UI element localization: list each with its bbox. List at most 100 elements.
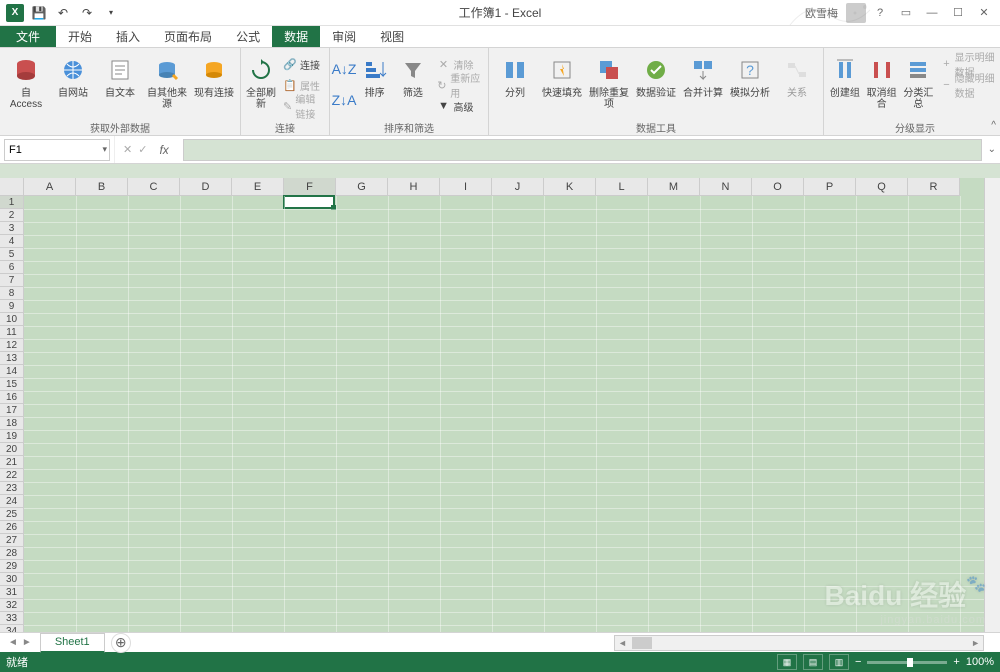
row-header[interactable]: 4: [0, 235, 23, 248]
ribbon-options-icon[interactable]: ▭: [894, 3, 918, 23]
row-header[interactable]: 7: [0, 274, 23, 287]
user-avatar[interactable]: [846, 3, 866, 23]
row-header[interactable]: 8: [0, 287, 23, 300]
column-header[interactable]: B: [76, 178, 128, 195]
row-header[interactable]: 33: [0, 612, 23, 625]
row-header[interactable]: 12: [0, 339, 23, 352]
text-to-columns-button[interactable]: 分列: [493, 52, 537, 118]
from-text-button[interactable]: 自文本: [98, 52, 142, 118]
group-button[interactable]: 创建组: [828, 52, 862, 118]
vertical-scrollbar[interactable]: [984, 178, 1000, 632]
row-header[interactable]: 14: [0, 365, 23, 378]
column-header[interactable]: L: [596, 178, 648, 195]
whatif-button[interactable]: ? 模拟分析: [728, 52, 772, 118]
undo-icon[interactable]: ↶: [52, 2, 74, 24]
row-header[interactable]: 26: [0, 521, 23, 534]
minimize-icon[interactable]: —: [920, 3, 944, 23]
horizontal-scrollbar[interactable]: ◄ ►: [614, 635, 984, 651]
row-header[interactable]: 17: [0, 404, 23, 417]
sheet-tab-active[interactable]: Sheet1: [40, 633, 105, 653]
row-header[interactable]: 22: [0, 469, 23, 482]
column-header[interactable]: C: [128, 178, 180, 195]
from-access-button[interactable]: 自 Access: [4, 52, 48, 118]
column-header[interactable]: K: [544, 178, 596, 195]
row-header[interactable]: 10: [0, 313, 23, 326]
tab-data[interactable]: 数据: [272, 26, 320, 47]
remove-duplicates-button[interactable]: 删除重复项: [587, 52, 631, 118]
flash-fill-button[interactable]: 快速填充: [540, 52, 584, 118]
column-header[interactable]: R: [908, 178, 960, 195]
maximize-icon[interactable]: ☐: [946, 3, 970, 23]
relationships-button[interactable]: 关系: [775, 52, 819, 118]
row-header[interactable]: 9: [0, 300, 23, 313]
tab-review[interactable]: 审阅: [320, 26, 368, 47]
tab-formula[interactable]: 公式: [224, 26, 272, 47]
row-header[interactable]: 32: [0, 599, 23, 612]
column-header[interactable]: J: [492, 178, 544, 195]
row-header[interactable]: 30: [0, 573, 23, 586]
close-icon[interactable]: ✕: [972, 3, 996, 23]
row-header[interactable]: 27: [0, 534, 23, 547]
hscroll-thumb[interactable]: [632, 637, 652, 649]
consolidate-button[interactable]: 合并计算: [681, 52, 725, 118]
row-header[interactable]: 25: [0, 508, 23, 521]
subtotal-button[interactable]: 分类汇总: [902, 52, 936, 118]
row-header[interactable]: 16: [0, 391, 23, 404]
column-header[interactable]: G: [336, 178, 388, 195]
row-header[interactable]: 6: [0, 261, 23, 274]
fx-icon[interactable]: fx: [153, 143, 174, 157]
name-box-dropdown-icon[interactable]: ▾: [102, 144, 107, 155]
row-header[interactable]: 3: [0, 222, 23, 235]
user-name[interactable]: 欧雪梅: [805, 5, 838, 21]
zoom-slider[interactable]: [867, 661, 947, 664]
zoom-in-icon[interactable]: +: [953, 656, 959, 668]
cells-area[interactable]: [24, 196, 984, 638]
row-header[interactable]: 20: [0, 443, 23, 456]
tab-view[interactable]: 视图: [368, 26, 416, 47]
sheet-prev-icon[interactable]: ◄: [8, 637, 18, 648]
column-header[interactable]: O: [752, 178, 804, 195]
existing-connections-button[interactable]: 现有连接: [192, 52, 236, 118]
tab-insert[interactable]: 插入: [104, 26, 152, 47]
column-header[interactable]: F: [284, 178, 336, 195]
row-header[interactable]: 2: [0, 209, 23, 222]
tab-file[interactable]: 文件: [0, 26, 56, 47]
zoom-out-icon[interactable]: −: [855, 656, 861, 668]
column-header[interactable]: D: [180, 178, 232, 195]
column-header[interactable]: A: [24, 178, 76, 195]
row-header[interactable]: 23: [0, 482, 23, 495]
refresh-all-button[interactable]: 全部刷新: [245, 52, 277, 118]
sort-desc-button[interactable]: Z↓A: [334, 85, 354, 115]
page-layout-view-icon[interactable]: ▤: [803, 654, 823, 670]
tab-layout[interactable]: 页面布局: [152, 26, 224, 47]
column-header[interactable]: H: [388, 178, 440, 195]
row-header[interactable]: 19: [0, 430, 23, 443]
row-header[interactable]: 11: [0, 326, 23, 339]
row-header[interactable]: 31: [0, 586, 23, 599]
row-header[interactable]: 24: [0, 495, 23, 508]
add-sheet-icon[interactable]: ⊕: [111, 633, 131, 653]
excel-app-icon[interactable]: X: [4, 2, 26, 24]
collapse-ribbon-icon[interactable]: ^: [991, 120, 996, 131]
sort-asc-button[interactable]: A↓Z: [334, 54, 354, 84]
row-header[interactable]: 13: [0, 352, 23, 365]
redo-icon[interactable]: ↷: [76, 2, 98, 24]
normal-view-icon[interactable]: ▦: [777, 654, 797, 670]
row-header[interactable]: 21: [0, 456, 23, 469]
sort-button[interactable]: 排序: [357, 52, 392, 118]
column-header[interactable]: P: [804, 178, 856, 195]
row-header[interactable]: 1: [0, 196, 23, 209]
column-header[interactable]: M: [648, 178, 700, 195]
row-header[interactable]: 18: [0, 417, 23, 430]
row-header[interactable]: 15: [0, 378, 23, 391]
from-other-button[interactable]: 自其他来源: [145, 52, 189, 118]
advanced-filter-button[interactable]: ▼高级: [434, 96, 484, 116]
name-box[interactable]: F1 ▾: [4, 139, 110, 161]
row-header[interactable]: 5: [0, 248, 23, 261]
expand-formula-icon[interactable]: ⌄: [988, 144, 996, 155]
formula-input[interactable]: [183, 139, 982, 161]
sheet-next-icon[interactable]: ►: [22, 637, 32, 648]
row-header[interactable]: 29: [0, 560, 23, 573]
row-header[interactable]: 28: [0, 547, 23, 560]
column-header[interactable]: E: [232, 178, 284, 195]
